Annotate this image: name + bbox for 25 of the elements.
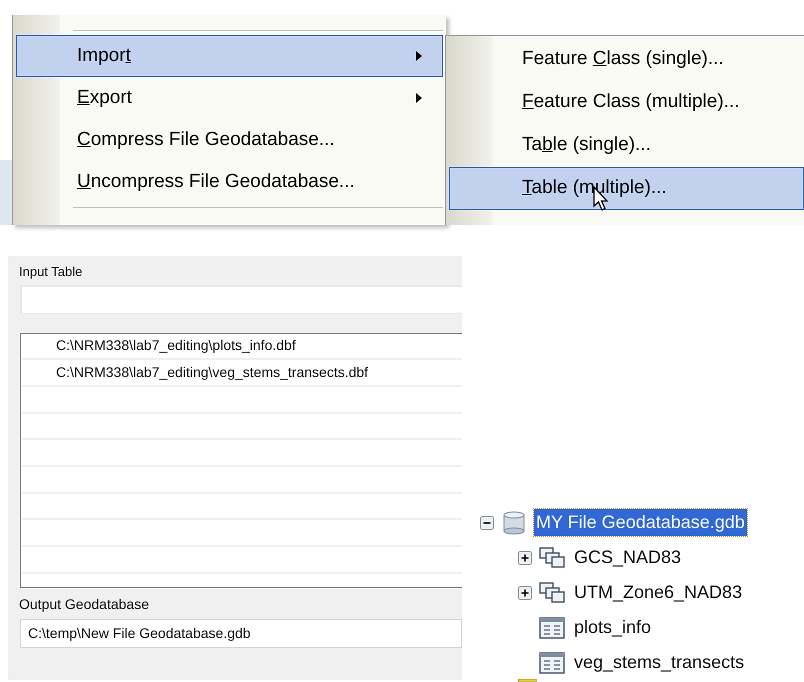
menu-item[interactable]: Export (16, 77, 443, 119)
submenu-item[interactable]: Feature Class (multiple)... (449, 81, 804, 124)
tree-item[interactable]: veg_stems_transects (572, 649, 746, 676)
tree-item[interactable]: plots_info (572, 614, 654, 641)
menu-item[interactable]: Compress File Geodatabase... (16, 119, 443, 161)
field-label: Input Table (19, 263, 84, 281)
feature-dataset-icon (538, 546, 566, 570)
table-icon (538, 650, 566, 674)
submenu-item[interactable]: Table (single)... (449, 124, 804, 167)
output-geodatabase-field[interactable]: C:\temp\New File Geodatabase.gdb (20, 618, 462, 648)
field-label: Output Geodatabase (19, 594, 150, 614)
tree-item[interactable]: UTM_Zone6_NAD83 (572, 579, 744, 606)
table-icon (538, 616, 566, 640)
menu-item[interactable]: Import (16, 35, 443, 77)
menu-item[interactable]: Uncompress File Geodatabase... (16, 161, 443, 203)
list-row[interactable]: C:\NRM338\lab7_editing\veg_stems_transects.dbf (56, 362, 368, 384)
collapse-icon[interactable] (480, 516, 494, 530)
expand-icon[interactable] (518, 586, 532, 600)
tree-item[interactable]: MY File Geodatabase.gdb (534, 509, 747, 536)
submenu-item[interactable]: Feature Class (single)... (449, 38, 804, 81)
submenu-item[interactable]: Table (multiple)... (449, 167, 804, 210)
expand-icon[interactable] (518, 550, 532, 564)
feature-dataset-icon (538, 580, 566, 604)
list-row[interactable]: C:\NRM338\lab7_editing\plots_info.dbf (56, 335, 296, 356)
tree-item[interactable]: GCS_NAD83 (572, 544, 684, 571)
